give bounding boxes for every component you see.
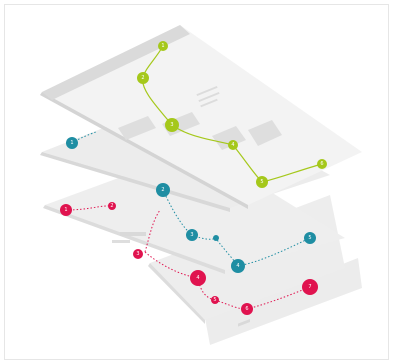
pink-step-label: 5 — [213, 297, 216, 303]
pink-step-label: 7 — [308, 284, 311, 290]
teal-step-label: 1 — [70, 140, 73, 146]
teal-step-label: 5 — [308, 235, 311, 241]
green-step-label: 1 — [161, 43, 164, 49]
pink-step-label: 4 — [196, 275, 199, 281]
pink-step-label: 6 — [245, 306, 248, 312]
layer-3-block — [112, 240, 130, 243]
green-step-label: 5 — [260, 179, 263, 185]
green-step-label: 3 — [170, 122, 173, 128]
pink-step-label: 1 — [64, 207, 67, 213]
teal-step-label: 2 — [161, 187, 164, 193]
pink-step-label: 3 — [136, 251, 139, 257]
layer-1 — [40, 25, 362, 209]
teal-step-node — [213, 235, 219, 241]
teal-step-label: 4 — [236, 263, 239, 269]
green-step-label: 6 — [320, 161, 323, 167]
green-step-label: 2 — [141, 75, 144, 81]
pink-step-label: 2 — [110, 203, 113, 209]
green-step-label: 4 — [231, 142, 234, 148]
layer-3-block — [120, 232, 146, 236]
teal-step-label: 3 — [190, 232, 193, 238]
layered-user-flow-diagram: 1 2 3 4 5 6 1 2 3 4 5 1 2 3 4 5 6 7 — [40, 25, 362, 345]
